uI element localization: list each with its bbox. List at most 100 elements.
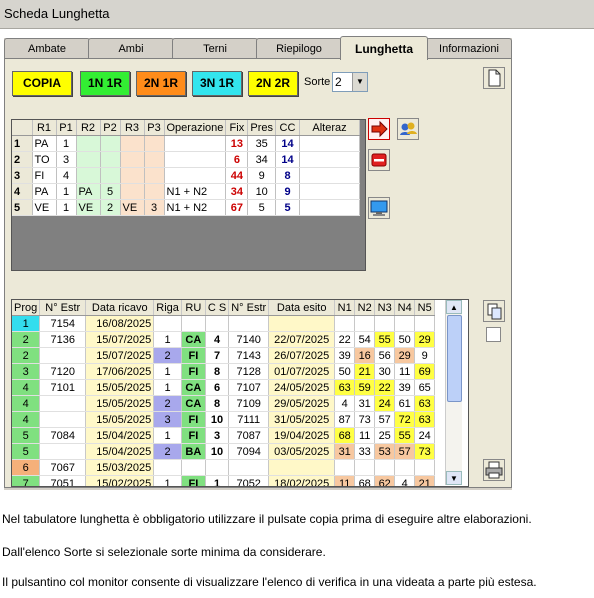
table-cell[interactable]: 26/07/2025 [268,347,336,364]
sorte-select[interactable]: 2 ▼ [332,72,368,92]
column-header[interactable] [12,120,33,136]
table-cell[interactable]: 7128 [228,363,270,380]
table-cell[interactable]: 14 [275,135,300,152]
table-cell[interactable]: 4 [12,379,41,396]
column-header[interactable]: R1 [32,120,57,136]
table-cell[interactable]: 8 [275,167,300,184]
table-cell[interactable] [39,443,87,460]
table-cell[interactable]: 25 [374,427,396,444]
column-header[interactable]: N1 [334,300,356,316]
table-cell[interactable]: 14 [275,151,300,168]
table-cell[interactable]: 73 [354,411,376,428]
column-header[interactable]: Data esito [268,300,336,316]
table-cell[interactable] [414,459,436,476]
table-cell[interactable]: 73 [414,443,436,460]
table-row[interactable]: 6 7067 15/03/2025 [12,459,436,476]
column-header[interactable]: N3 [374,300,396,316]
table-cell[interactable]: 56 [374,347,396,364]
column-header[interactable]: Prog [12,300,41,316]
column-header[interactable]: P2 [100,120,121,136]
table-cell[interactable]: FI [181,363,206,380]
table-cell[interactable]: 63 [414,395,436,412]
table-cell[interactable]: 57 [374,411,396,428]
table-cell[interactable]: 7084 [39,427,87,444]
table-cell[interactable] [120,183,145,200]
table-cell[interactable] [228,459,270,476]
table-cell[interactable]: 7087 [228,427,270,444]
table-cell[interactable]: 3 [12,167,33,184]
column-header[interactable]: C S [205,300,230,316]
table-cell[interactable]: 11 [334,475,356,486]
column-header[interactable]: N2 [354,300,376,316]
table-cell[interactable]: 1 [153,427,182,444]
tab-riepilogo[interactable]: Riepilogo [256,38,342,59]
table-row[interactable]: 4 15/05/2025 3 FI 10 7111 31/05/2025 87 73 57 72 63 [12,411,436,428]
table-cell[interactable]: 22 [334,331,356,348]
table-cell[interactable]: 10 [205,411,230,428]
table-cell[interactable]: N1 + N2 [164,183,227,200]
tab-ambate[interactable]: Ambate [4,38,90,59]
alter-button[interactable] [397,118,419,140]
table-cell[interactable]: 01/07/2025 [268,363,336,380]
table-cell[interactable]: 1 [12,135,33,152]
table-cell[interactable]: 15/03/2025 [85,459,155,476]
table-cell[interactable] [299,199,360,216]
new-document-button[interactable] [483,67,505,89]
table-cell[interactable]: 72 [394,411,416,428]
table-cell[interactable]: 15/05/2025 [85,379,155,396]
table-cell[interactable]: TO [32,151,57,168]
table-cell[interactable]: 7120 [39,363,87,380]
table-cell[interactable] [299,151,360,168]
table-cell[interactable] [39,411,87,428]
table-cell[interactable]: FI [181,347,206,364]
table-cell[interactable]: 44 [225,167,249,184]
table-cell[interactable]: 2 [12,331,41,348]
sort-rules-grid[interactable]: R1 P1 R2 P2 R3 P3 Operazione Fix Pres CC Alteraz 1… [11,119,366,271]
table-cell[interactable]: 7052 [228,475,270,486]
table-cell[interactable]: 7140 [228,331,270,348]
table-cell[interactable]: 35 [247,135,276,152]
table-cell[interactable]: 1 [153,379,182,396]
table-cell[interactable] [100,167,121,184]
table-cell[interactable]: 5 [12,443,41,460]
table-cell[interactable]: 3 [153,411,182,428]
table-cell[interactable] [374,315,396,332]
table-cell[interactable]: 11 [394,363,416,380]
table-cell[interactable]: 39 [394,379,416,396]
table-cell[interactable]: 8 [205,363,230,380]
table-cell[interactable]: 16/08/2025 [85,315,155,332]
tab-informazioni[interactable]: Informazioni [426,38,512,59]
table-cell[interactable]: VE [120,199,145,216]
table-cell[interactable]: 22/07/2025 [268,331,336,348]
table-cell[interactable] [164,151,227,168]
table-cell[interactable] [144,135,165,152]
table-cell[interactable]: 33 [354,443,376,460]
table-cell[interactable] [268,315,336,332]
table-row[interactable]: 1 7154 16/08/2025 [12,315,436,332]
delete-row-button[interactable] [368,149,390,171]
table-cell[interactable] [100,135,121,152]
table-row[interactable]: 4 PA 1 PA 5 N1 + N2 34 10 9 [12,183,360,200]
results-scrollbar[interactable]: ▲ ▼ [445,300,462,485]
table-cell[interactable]: 15/04/2025 [85,443,155,460]
table-cell[interactable] [76,135,101,152]
table-cell[interactable] [299,167,360,184]
table-cell[interactable]: 1 [153,363,182,380]
table-cell[interactable]: FI [32,167,57,184]
table-cell[interactable] [181,315,206,332]
table-cell[interactable]: 50 [394,331,416,348]
tab-ambi[interactable]: Ambi [88,38,174,59]
table-cell[interactable]: 2 [153,443,182,460]
table-cell[interactable]: 63 [334,379,356,396]
monitor-button[interactable] [368,197,390,219]
chevron-down-icon[interactable]: ▼ [352,73,367,91]
table-cell[interactable]: 2 [100,199,121,216]
table-cell[interactable]: 7 [205,347,230,364]
table-cell[interactable]: 2 [12,151,33,168]
table-cell[interactable]: 5 [12,199,33,216]
table-cell[interactable]: 39 [334,347,356,364]
table-cell[interactable]: 7136 [39,331,87,348]
option-checkbox[interactable] [486,327,501,342]
table-cell[interactable]: 59 [354,379,376,396]
table-cell[interactable]: 3 [144,199,165,216]
